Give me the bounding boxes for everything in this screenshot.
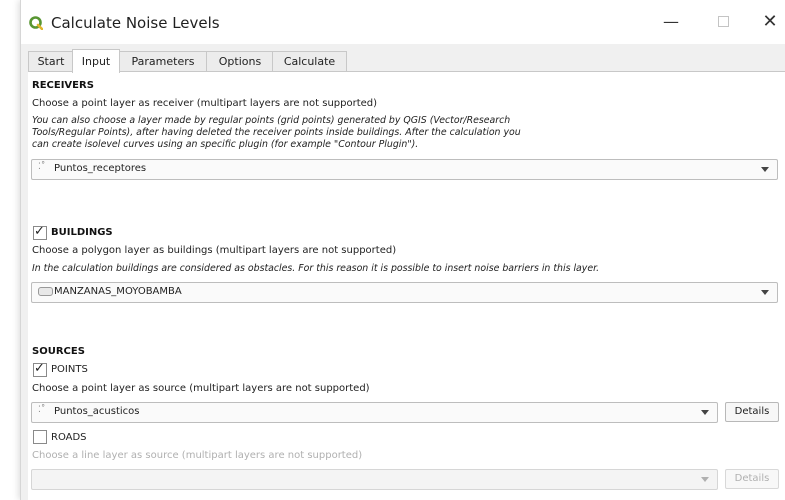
tab-input[interactable]: Input: [72, 49, 120, 73]
receivers-header: RECEIVERS: [32, 80, 94, 91]
minimize-button[interactable]: —: [657, 10, 685, 34]
chevron-down-icon: [701, 410, 709, 415]
close-icon: ✕: [762, 11, 778, 32]
buildings-instruction: Choose a polygon layer as buildings (mul…: [32, 245, 397, 256]
roads-details-button[interactable]: Details: [725, 469, 779, 489]
check-icon: ✓: [34, 224, 45, 239]
minimize-icon: —: [663, 12, 679, 31]
tab-start[interactable]: Start: [28, 51, 74, 72]
roads-label: ROADS: [51, 432, 87, 443]
points-layer-value: Puntos_acusticos: [54, 406, 140, 417]
points-layer-combo[interactable]: ⁚˚ Puntos_acusticos: [31, 402, 718, 423]
input-tab-panel: RECEIVERS Choose a point layer as receiv…: [28, 71, 785, 500]
tab-options[interactable]: Options: [206, 51, 274, 72]
points-instruction: Choose a point layer as source (multipar…: [32, 383, 370, 394]
buildings-layer-combo[interactable]: MANZANAS_MOYOBAMBA: [31, 282, 778, 303]
receivers-note-line-3: can create isolevel curves using an spec…: [32, 139, 419, 150]
chevron-down-icon: [761, 167, 769, 172]
buildings-header: BUILDINGS: [51, 227, 113, 238]
receivers-note-line-1: You can also choose a layer made by regu…: [32, 115, 511, 126]
receivers-layer-value: Puntos_receptores: [54, 163, 147, 174]
chevron-down-icon: [701, 477, 709, 482]
maximize-icon: [717, 16, 729, 27]
roads-layer-combo[interactable]: [31, 469, 718, 490]
point-layer-icon: ⁚˚: [38, 405, 46, 415]
buildings-note: In the calculation buildings are conside…: [32, 263, 600, 274]
tab-parameters[interactable]: Parameters: [118, 51, 208, 72]
check-icon: ✓: [34, 361, 45, 376]
tab-calculate[interactable]: Calculate: [272, 51, 347, 72]
receivers-instruction: Choose a point layer as receiver (multip…: [32, 98, 378, 109]
close-button[interactable]: ✕: [756, 10, 784, 34]
points-details-button[interactable]: Details: [725, 402, 779, 422]
qgis-logo-icon: [29, 16, 43, 30]
sources-header: SOURCES: [32, 346, 85, 357]
receivers-note-line-2: Tools/Regular Points), after having dele…: [32, 127, 521, 138]
points-label: POINTS: [51, 364, 88, 375]
title-bar[interactable]: Calculate Noise Levels — ✕: [21, 0, 785, 44]
roads-checkbox[interactable]: [33, 430, 47, 444]
roads-instruction: Choose a line layer as source (multipart…: [32, 450, 363, 461]
buildings-checkbox[interactable]: ✓: [33, 224, 47, 240]
points-checkbox[interactable]: ✓: [33, 361, 47, 377]
chevron-down-icon: [761, 290, 769, 295]
point-layer-icon: ⁚˚: [38, 162, 46, 172]
calculate-noise-levels-window: Calculate Noise Levels — ✕ Start Input P…: [20, 0, 785, 500]
maximize-button[interactable]: [709, 10, 737, 34]
polygon-layer-icon: [38, 287, 53, 299]
window-title: Calculate Noise Levels: [51, 14, 220, 32]
buildings-layer-value: MANZANAS_MOYOBAMBA: [54, 286, 182, 297]
receivers-layer-combo[interactable]: ⁚˚ Puntos_receptores: [31, 159, 778, 180]
